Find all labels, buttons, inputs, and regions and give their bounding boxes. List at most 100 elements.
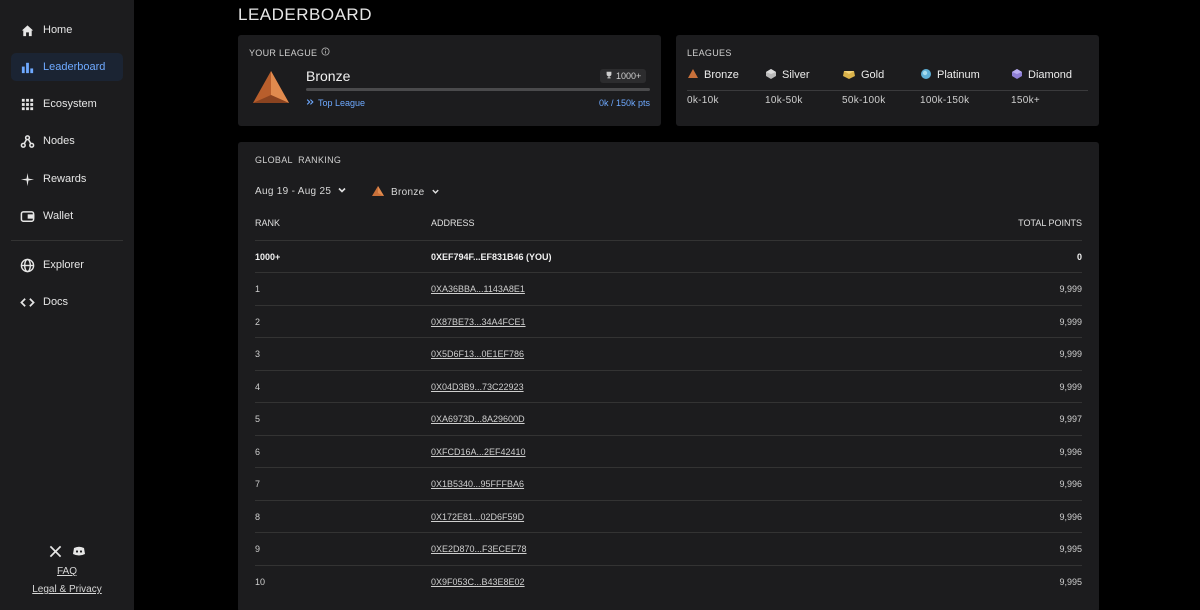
- sidebar-item-label: Docs: [43, 296, 69, 308]
- x-icon[interactable]: [48, 544, 62, 558]
- sidebar-item-explorer[interactable]: Explorer: [11, 251, 123, 279]
- address-column-header: ADDRESS: [431, 218, 475, 228]
- chevron-down-icon: [431, 187, 440, 199]
- sidebar-item-label: Nodes: [43, 135, 75, 147]
- rank-cell: 6: [255, 446, 261, 457]
- points-cell: 9,995: [1059, 544, 1082, 554]
- sidebar-item-label: Leaderboard: [43, 61, 106, 73]
- sidebar-item-label: Wallet: [43, 210, 74, 222]
- rank-cell: 10: [255, 576, 266, 587]
- social-links: [0, 544, 134, 558]
- sidebar-item-wallet[interactable]: Wallet: [11, 202, 123, 230]
- bronze-league-logo: [251, 69, 291, 107]
- league-range: 100k-150k: [920, 95, 970, 106]
- address-link[interactable]: 0XA6973D...8A29600D: [431, 414, 525, 424]
- league-bronze: Bronze 0k-10k: [687, 68, 739, 106]
- address-link[interactable]: 0X172E81...02D6F59D: [431, 512, 524, 522]
- platinum-gem-icon: [920, 68, 932, 83]
- address-link[interactable]: 0X04D3B9...73C22923: [431, 382, 524, 392]
- address-link[interactable]: 0X87BE73...34A4FCE1: [431, 317, 526, 327]
- points-cell: 9,999: [1059, 316, 1082, 327]
- global-ranking-label: GLOBAL RANKING: [255, 155, 342, 165]
- info-icon[interactable]: [321, 47, 330, 58]
- sidebar-item-label: Ecosystem: [43, 98, 97, 110]
- sidebar-item-ecosystem[interactable]: Ecosystem: [11, 90, 123, 118]
- league-silver: Silver 10k-50k: [765, 68, 810, 106]
- table-row: 10 0X9F053C...B43E8E02 9,995: [255, 564, 1082, 597]
- leagues-divider: [687, 90, 1088, 91]
- your-league-label: YOUR LEAGUE: [249, 47, 330, 58]
- trophy-icon: [605, 71, 613, 81]
- wallet-icon: [19, 208, 35, 224]
- table-row: 8 0X172E81...02D6F59D 9,996: [255, 499, 1082, 532]
- address-link[interactable]: 0X1B5340...95FFFBA6: [431, 479, 524, 489]
- sidebar: Home Leaderboard Ecosystem Nodes Rewards: [0, 0, 134, 610]
- chevron-down-icon: [337, 185, 347, 198]
- address-link[interactable]: 0X5D6F13...0E1EF786: [431, 349, 524, 359]
- table-row: 7 0X1B5340...95FFFBA6 9,996: [255, 467, 1082, 499]
- points-cell: 9,999: [1059, 284, 1082, 294]
- rank-cell: 4: [255, 381, 261, 392]
- league-name: Bronze: [306, 68, 351, 84]
- league-range: 0k-10k: [687, 95, 719, 106]
- sidebar-item-nodes[interactable]: Nodes: [11, 127, 123, 155]
- table-row: 9 0XE2D870...F3ECEF78 9,995: [255, 532, 1082, 564]
- points-cell: 9,999: [1059, 349, 1082, 359]
- league-filter-dropdown[interactable]: Bronze: [371, 185, 440, 200]
- sidebar-divider: [11, 240, 123, 241]
- points-cell: 9,997: [1059, 414, 1082, 424]
- rank-cell: 1000+: [255, 252, 281, 262]
- league-range: 150k+: [1011, 95, 1041, 106]
- rank-cell: 2: [255, 316, 261, 327]
- league-diamond: Diamond 150k+: [1011, 68, 1073, 106]
- rank-cell: 5: [255, 414, 261, 424]
- address-link[interactable]: 0XFCD16A...2EF42410: [431, 447, 526, 457]
- sidebar-item-label: Explorer: [43, 259, 84, 271]
- date-range-dropdown[interactable]: Aug 19 - Aug 25: [255, 185, 347, 198]
- league-gold: Gold 50k-100k: [842, 68, 886, 106]
- faq-link[interactable]: FAQ: [0, 566, 134, 577]
- sidebar-item-home[interactable]: Home: [11, 16, 123, 44]
- gold-gem-icon: [842, 68, 856, 83]
- points-cell: 9,995: [1059, 576, 1082, 587]
- page-title: LEADERBOARD: [238, 5, 372, 24]
- league-platinum: Platinum 100k-150k: [920, 68, 980, 106]
- app: Home Leaderboard Ecosystem Nodes Rewards: [0, 0, 1200, 610]
- discord-icon[interactable]: [72, 544, 86, 558]
- sidebar-item-leaderboard[interactable]: Leaderboard: [11, 53, 123, 81]
- table-row: 5 0XA6973D...8A29600D 9,997: [255, 402, 1082, 434]
- bronze-triangle-icon: [371, 185, 385, 200]
- leagues-card: LEAGUES Bronze 0k-10k Silver 10k-50k Gol…: [676, 35, 1099, 126]
- address-cell: 0XEF794F...EF831B46 (YOU): [431, 252, 552, 262]
- sidebar-item-label: Rewards: [43, 173, 87, 185]
- sidebar-item-rewards[interactable]: Rewards: [11, 165, 123, 193]
- table-row: 6 0XFCD16A...2EF42410 9,996: [255, 434, 1082, 467]
- nodes-icon: [19, 133, 35, 149]
- bar-chart-icon: [19, 59, 35, 75]
- league-range: 50k-100k: [842, 95, 886, 106]
- global-ranking-card: GLOBAL RANKING Aug 19 - Aug 25 Bronze RA…: [238, 142, 1099, 610]
- silver-gem-icon: [765, 68, 777, 83]
- address-link[interactable]: 0XE2D870...F3ECEF78: [431, 544, 527, 554]
- address-link[interactable]: 0X9F053C...B43E8E02: [431, 577, 525, 587]
- sidebar-item-docs[interactable]: Docs: [11, 288, 123, 316]
- sparkle-icon: [19, 171, 35, 187]
- double-chevron-right-icon: [306, 98, 314, 108]
- rank-cell: 1: [255, 284, 261, 294]
- code-icon: [19, 294, 35, 310]
- address-link[interactable]: 0XA36BBA...1143A8E1: [431, 284, 525, 294]
- rank-cell: 8: [255, 511, 261, 522]
- grid-icon: [19, 96, 35, 112]
- sidebar-item-label: Home: [43, 24, 73, 36]
- legal-privacy-link[interactable]: Legal & Privacy: [0, 584, 134, 595]
- top-league-link[interactable]: Top League: [306, 98, 365, 108]
- points-cell: 9,999: [1059, 381, 1082, 392]
- globe-icon: [19, 257, 35, 273]
- table-row: 1 0XA36BBA...1143A8E1 9,999: [255, 272, 1082, 304]
- points-cell: 9,996: [1059, 511, 1082, 522]
- league-range: 10k-50k: [765, 95, 803, 106]
- rank-cell: 9: [255, 544, 261, 554]
- leagues-label: LEAGUES: [687, 48, 732, 58]
- home-icon: [19, 22, 35, 38]
- league-progress-bar: [306, 88, 650, 91]
